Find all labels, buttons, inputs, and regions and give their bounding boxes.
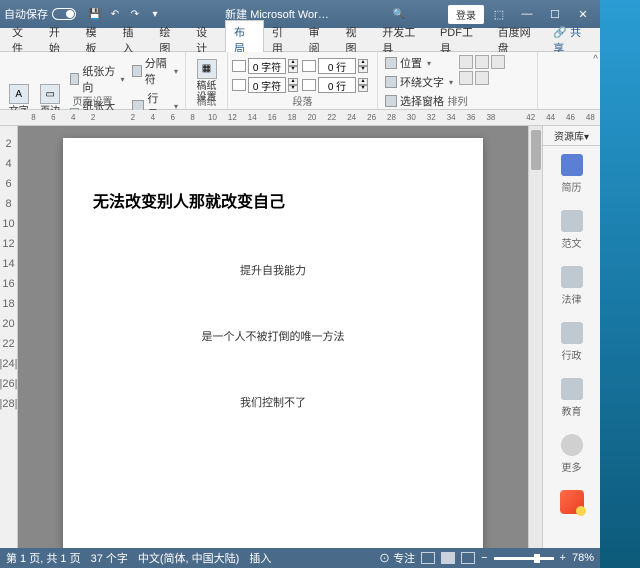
- wrap-text-button[interactable]: 环绕文字: [382, 73, 456, 91]
- sidepane-item-sample[interactable]: 范文: [543, 202, 600, 258]
- focus-button[interactable]: ⊙ 专注: [379, 550, 415, 566]
- redo-icon[interactable]: ↷: [128, 7, 142, 21]
- status-words[interactable]: 37 个字: [91, 550, 128, 566]
- group-arrange: 排列: [378, 93, 537, 108]
- desktop-background: [600, 0, 640, 568]
- group-paragraph: 段落: [228, 93, 377, 108]
- align-icon[interactable]: [491, 55, 505, 69]
- qat-more-icon[interactable]: ▾: [148, 7, 162, 21]
- indent-right-input[interactable]: ▴▾: [232, 77, 298, 93]
- collapse-ribbon-icon[interactable]: ^: [593, 54, 598, 65]
- group-manuscript: 稿纸: [186, 93, 227, 108]
- ruler-vertical[interactable]: 246810121416182022|24||26||28|: [0, 126, 18, 548]
- resource-pane-header[interactable]: 资源库▾: [543, 126, 600, 146]
- autosave-toggle[interactable]: [52, 8, 76, 20]
- zoom-level[interactable]: 78%: [572, 552, 594, 564]
- orientation-button[interactable]: 纸张方向: [67, 62, 128, 96]
- doc-line[interactable]: 我们控制不了: [93, 394, 453, 410]
- zoom-in-button[interactable]: +: [560, 552, 566, 564]
- zoom-out-button[interactable]: −: [481, 552, 487, 564]
- ribbon: A文字方向 ▭页边距 纸张方向 纸张大小 分栏 分隔符 行号 断字 页面设置 ▦…: [0, 52, 600, 110]
- position-button[interactable]: 位置: [382, 54, 456, 72]
- red-packet-icon[interactable]: [560, 490, 584, 514]
- spacing-after-input[interactable]: ▴▾: [302, 77, 368, 93]
- search-icon[interactable]: 🔍: [392, 7, 406, 21]
- breaks-button[interactable]: 分隔符: [129, 54, 181, 88]
- save-icon[interactable]: 💾: [88, 7, 102, 21]
- indent-left-input[interactable]: ▴▾: [232, 58, 298, 74]
- group-page-setup: 页面设置: [0, 93, 185, 108]
- status-page[interactable]: 第 1 页, 共 1 页: [6, 550, 81, 566]
- sidepane-item-admin[interactable]: 行政: [543, 314, 600, 370]
- document-scroll[interactable]: 无法改变别人那就改变自己 提升自我能力 是一个人不被打倒的唯一方法 我们控制不了: [18, 126, 528, 548]
- page: 无法改变别人那就改变自己 提升自我能力 是一个人不被打倒的唯一方法 我们控制不了: [63, 138, 483, 548]
- view-web-icon[interactable]: [461, 552, 475, 564]
- status-mode[interactable]: 插入: [249, 550, 271, 566]
- doc-title[interactable]: 无法改变别人那就改变自己: [93, 188, 453, 212]
- resource-pane: 资源库▾ 简历 范文 法律 行政 教育 更多: [542, 126, 600, 548]
- doc-line[interactable]: 是一个人不被打倒的唯一方法: [93, 328, 453, 344]
- status-lang[interactable]: 中文(简体, 中国大陆): [138, 550, 239, 566]
- rotate-icon[interactable]: [475, 71, 489, 85]
- group-icon[interactable]: [459, 71, 473, 85]
- view-read-icon[interactable]: [421, 552, 435, 564]
- menubar: 文件 开始 模板 插入 绘图 设计 布局 引用 审阅 视图 开发工具 PDF工具…: [0, 28, 600, 52]
- zoom-slider[interactable]: [494, 557, 554, 560]
- sidepane-item-law[interactable]: 法律: [543, 258, 600, 314]
- sidepane-item-more[interactable]: 更多: [543, 426, 600, 482]
- undo-icon[interactable]: ↶: [108, 7, 122, 21]
- sidepane-item-edu[interactable]: 教育: [543, 370, 600, 426]
- statusbar: 第 1 页, 共 1 页 37 个字 中文(简体, 中国大陆) 插入 ⊙ 专注 …: [0, 548, 600, 568]
- view-print-icon[interactable]: [441, 552, 455, 564]
- sidepane-item-resume[interactable]: 简历: [543, 146, 600, 202]
- doc-line[interactable]: 提升自我能力: [93, 262, 453, 278]
- send-backward-icon[interactable]: [475, 55, 489, 69]
- scrollbar-vertical[interactable]: [528, 126, 542, 548]
- bring-forward-icon[interactable]: [459, 55, 473, 69]
- ruler-horizontal[interactable]: 8642246810121416182022242628303234363842…: [0, 110, 600, 126]
- spacing-before-input[interactable]: ▴▾: [302, 58, 368, 74]
